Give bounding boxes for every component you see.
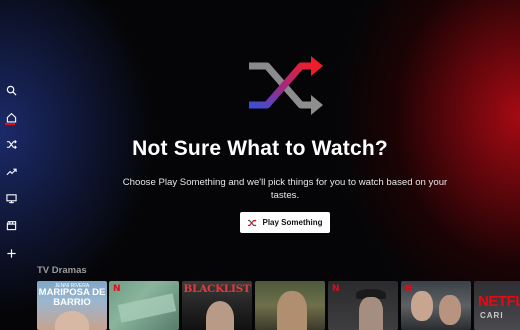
card-subtitle: CARI: [480, 311, 504, 320]
card-mariposa-de-barrio[interactable]: JENNI RIVERA MARIPOSA DE BARRIO: [37, 281, 107, 330]
tv-dramas-row: JENNI RIVERA MARIPOSA DE BARRIO N BLACKL…: [37, 281, 520, 330]
sidebar-nav: [0, 0, 22, 330]
card-title: BLACKLIST: [183, 283, 251, 295]
shuffle-logo-icon: [249, 56, 323, 115]
card-title: MARIPOSA DE BARRIO: [38, 287, 106, 308]
card-drama-couple[interactable]: N: [401, 281, 471, 330]
trending-icon[interactable]: [4, 164, 18, 178]
plus-icon[interactable]: [4, 246, 18, 260]
card-soldier-show[interactable]: [255, 281, 325, 330]
shuffle-icon: [248, 218, 257, 227]
poster-figure: [277, 291, 307, 330]
active-indicator: [5, 123, 15, 125]
tv-icon[interactable]: [4, 191, 18, 205]
netflix-badge: N: [113, 284, 121, 294]
search-icon[interactable]: [4, 83, 18, 97]
hero-subtitle: Choose Play Something and we'll pick thi…: [122, 177, 448, 201]
card-money-show[interactable]: N: [109, 281, 179, 330]
netflix-badge: N: [405, 284, 413, 294]
card-blacklist[interactable]: BLACKLIST: [182, 281, 252, 330]
poster-figure: [359, 297, 383, 330]
home-icon[interactable]: [4, 110, 18, 124]
card-peaky-show[interactable]: N: [328, 281, 398, 330]
poster-figure: [411, 291, 433, 321]
netflix-badge: N: [332, 284, 340, 294]
poster-figure: [439, 295, 461, 325]
clapperboard-icon[interactable]: [4, 218, 18, 232]
hero-title: Not Sure What to Watch?: [132, 137, 388, 160]
card-title: NETFL: [478, 293, 520, 310]
poster-figure: [55, 311, 89, 330]
poster-figure: [206, 301, 234, 330]
row-title: TV Dramas: [37, 265, 87, 276]
play-something-label: Play Something: [262, 218, 323, 227]
play-something-button[interactable]: Play Something: [240, 212, 330, 233]
card-netflix-show[interactable]: NETFL CARI: [474, 281, 520, 330]
poster-figure: [117, 293, 177, 323]
